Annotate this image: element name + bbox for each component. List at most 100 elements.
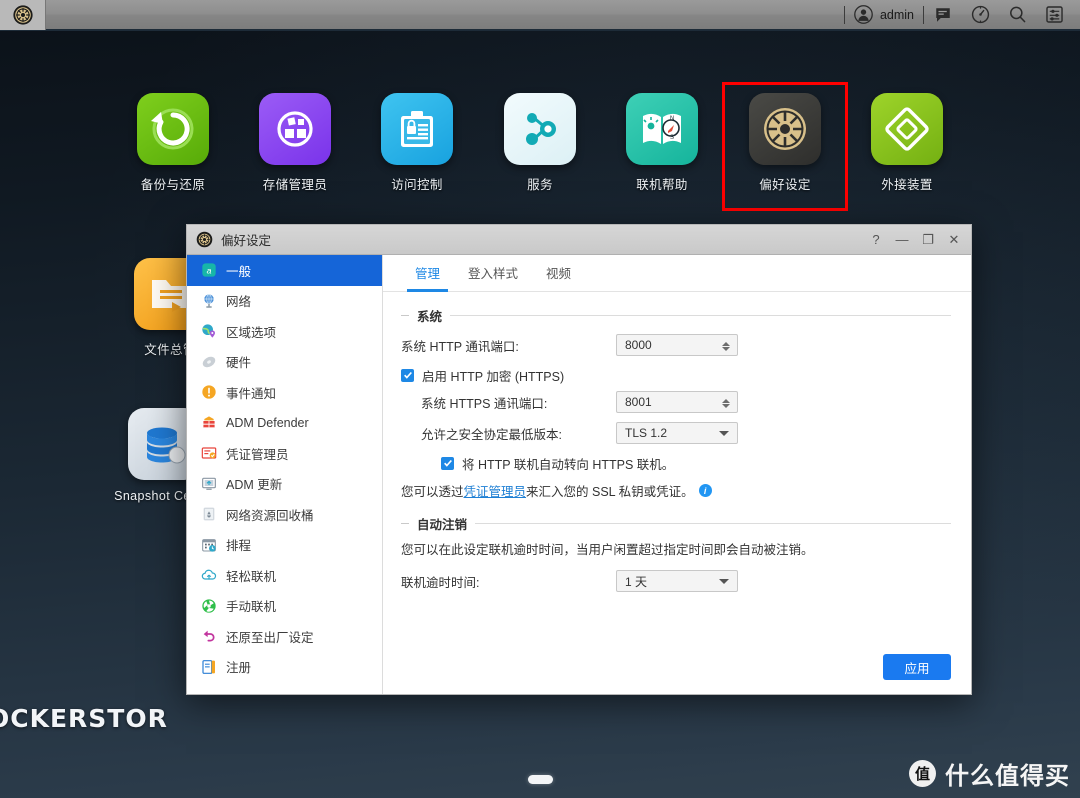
taskbar-app-button[interactable] [0, 0, 46, 30]
search-icon[interactable] [1007, 5, 1027, 25]
http-port-value: 8000 [625, 338, 652, 352]
desktop-icon-label: 偏好设定 [759, 178, 811, 192]
https-port-stepper[interactable] [722, 392, 730, 414]
desktop-icon-external-devices[interactable]: 外接装置 [855, 93, 959, 193]
https-port-value: 8001 [625, 395, 652, 409]
tab-login-style[interactable]: 登入样式 [454, 263, 532, 291]
redirect-https-checkbox[interactable] [441, 456, 454, 470]
certificate-manager-link[interactable]: 凭证管理员 [464, 481, 527, 500]
ssl-note-suffix: 来汇入您的 SSL 私钥或凭证。 [526, 485, 694, 499]
close-button[interactable]: ✕ [941, 227, 967, 253]
sidebar-item-regional-options[interactable]: 区域选项 [187, 316, 382, 347]
group-title-text: 自动注销 [417, 518, 468, 532]
group-title-system: 系统 [401, 306, 951, 325]
sidebar-item-label: ADM Defender [226, 415, 309, 430]
desktop-icon-label: 联机帮助 [636, 178, 688, 192]
sidebar-item-hardware[interactable]: 硬件 [187, 347, 382, 378]
chevron-up-icon[interactable] [722, 341, 730, 346]
user-avatar-icon [854, 5, 873, 24]
window-title-bar[interactable]: 偏好设定 ? — ❐ ✕ [187, 225, 971, 255]
sidebar-item-event-notification[interactable]: 事件通知 [187, 377, 382, 408]
sidebar-item-registration[interactable]: 注册 [187, 652, 382, 683]
row-redirect-https[interactable]: 将 HTTP 联机自动转向 HTTPS 联机。 [441, 450, 951, 476]
chevron-up-icon[interactable] [722, 398, 730, 403]
row-http-port: 系统 HTTP 通讯端口: 8000 [401, 331, 951, 359]
top-taskbar: admin [0, 0, 1080, 31]
desktop-icon-access-control[interactable]: 访问控制 [365, 93, 469, 193]
enable-https-checkbox[interactable] [401, 368, 414, 382]
tab-management[interactable]: 管理 [401, 263, 454, 292]
https-port-input[interactable]: 8001 [616, 391, 738, 413]
watermark: 值 什么值得买 [909, 756, 1070, 791]
svg-text:N: N [670, 116, 674, 122]
group-title-auto-logout: 自动注销 [401, 514, 951, 533]
svg-text:a: a [206, 266, 211, 276]
settings-widget-icon[interactable] [1044, 5, 1064, 25]
sidebar-item-adm-update[interactable]: ADM 更新 [187, 469, 382, 500]
storage-manager-icon [259, 93, 331, 165]
desktop-icon-label: 外接装置 [881, 178, 933, 192]
sidebar-item-manual-connect[interactable]: 手动联机 [187, 591, 382, 622]
chevron-down-icon[interactable] [722, 346, 730, 351]
sidebar-item-network-recycle-bin[interactable]: 网络资源回收桶 [187, 499, 382, 530]
sidebar-item-label: 轻松联机 [226, 569, 277, 584]
tls-version-value: TLS 1.2 [625, 426, 668, 440]
chevron-down-icon[interactable] [719, 431, 729, 436]
adm-update-icon [200, 475, 217, 492]
sidebar-item-network[interactable]: 网络 [187, 286, 382, 317]
settings-content: 管理 登入样式 视频 系统 系统 HTTP 通讯端口: 8000 启用 HTTP… [383, 255, 971, 694]
maximize-button[interactable]: ❐ [915, 227, 941, 253]
sidebar-item-label: 网络资源回收桶 [226, 508, 314, 523]
sidebar-item-easy-connect[interactable]: 轻松联机 [187, 560, 382, 591]
taskbar-separator-2 [923, 5, 924, 24]
sidebar-item-certificate-manager[interactable]: 凭证管理员 [187, 438, 382, 469]
logout-timeout-value: 1 天 [625, 574, 648, 589]
gear-icon [196, 231, 213, 248]
tab-video[interactable]: 视频 [532, 263, 585, 291]
enable-https-label: 启用 HTTP 加密 (HTTPS) [422, 369, 565, 384]
activity-monitor-icon[interactable] [970, 5, 990, 25]
online-help-icon: NS [626, 93, 698, 165]
chevron-down-icon[interactable] [722, 403, 730, 408]
logout-timeout-select[interactable]: 1 天 [616, 570, 738, 592]
sidebar-item-factory-reset[interactable]: 还原至出厂设定 [187, 621, 382, 652]
group-dash [401, 523, 409, 524]
https-port-label: 系统 HTTPS 通讯端口: [421, 396, 548, 411]
apply-button[interactable]: 应用 [883, 654, 951, 680]
desktop-icon-label: 存储管理员 [262, 178, 328, 192]
sidebar-item-schedule[interactable]: 排程 [187, 530, 382, 561]
desktop-icon-services[interactable]: 服务 [488, 93, 592, 193]
brand-text: OCKERSTOR [0, 704, 168, 733]
taskbar-pill-indicator[interactable] [528, 775, 553, 784]
sidebar-item-general[interactable]: a 一般 [187, 255, 382, 286]
tab-bar: 管理 登入样式 视频 [383, 255, 971, 292]
chevron-down-icon[interactable] [719, 579, 729, 584]
minimize-button[interactable]: — [889, 227, 915, 253]
general-icon: a [200, 262, 217, 279]
auto-logout-description: 您可以在此设定联机逾时时间，当用户闲置超过指定时间即会自动被注销。 [401, 543, 814, 557]
sidebar-item-label: 硬件 [226, 356, 252, 371]
help-button[interactable]: ? [863, 227, 889, 253]
sidebar-item-label: 网络 [226, 295, 252, 310]
desktop-icon-storage-manager[interactable]: 存储管理员 [243, 93, 347, 193]
desktop-icon-online-help[interactable]: NS 联机帮助 [610, 93, 714, 193]
http-port-input[interactable]: 8000 [616, 334, 738, 356]
taskbar-user[interactable]: admin [854, 5, 914, 24]
sidebar-item-label: 手动联机 [226, 600, 277, 615]
notification-icon[interactable] [933, 5, 953, 25]
taskbar-separator-1 [843, 5, 845, 24]
row-logout-timeout: 联机逾时时间: 1 天 [401, 567, 951, 595]
info-icon[interactable]: i [698, 484, 712, 497]
network-recycle-bin-icon [200, 506, 217, 523]
desktop-icon-preferences[interactable]: 偏好设定 [733, 93, 837, 193]
desktop-icon-label: 访问控制 [391, 178, 443, 192]
network-globe-icon [200, 292, 217, 309]
row-enable-https[interactable]: 启用 HTTP 加密 (HTTPS) [401, 362, 951, 388]
tls-version-select[interactable]: TLS 1.2 [616, 422, 738, 444]
http-port-stepper[interactable] [722, 335, 730, 357]
preferences-window: 偏好设定 ? — ❐ ✕ a 一般 网络 区域选项 硬件 事件通知 ADM De… [186, 224, 972, 695]
taskbar-icon-group [933, 5, 1080, 25]
logout-timeout-label: 联机逾时时间: [401, 575, 480, 590]
sidebar-item-adm-defender[interactable]: ADM Defender [187, 408, 382, 439]
desktop-icon-backup-restore[interactable]: 备份与还原 [121, 93, 225, 193]
